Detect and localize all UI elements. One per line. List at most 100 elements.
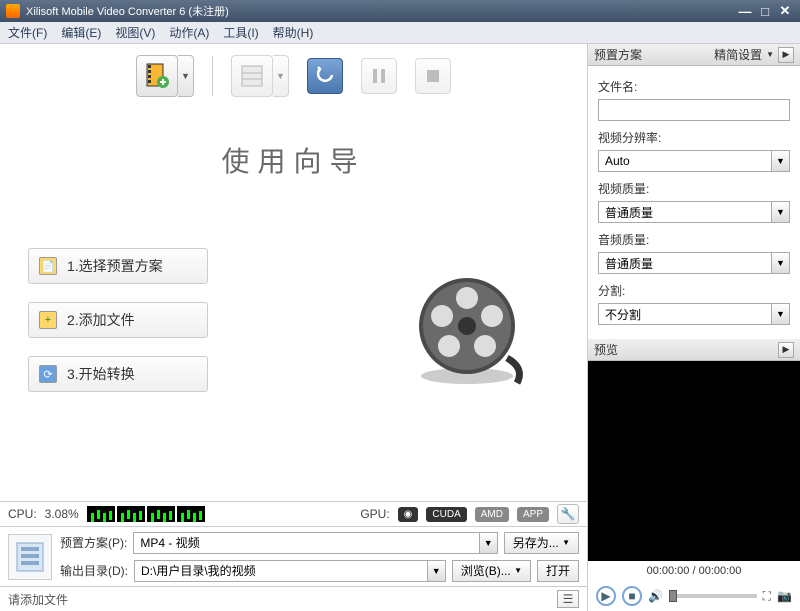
snapshot-button[interactable]: 📷 [777, 589, 792, 603]
window-title: Xilisoft Mobile Video Converter 6 (未注册) [26, 3, 734, 19]
collapse-button[interactable]: ▶ [778, 47, 794, 63]
stop-icon [424, 67, 442, 85]
chevron-down-icon: ▼ [771, 253, 789, 273]
preset-label: 预置方案(P): [60, 534, 127, 551]
app-icon [6, 4, 20, 18]
video-res-select[interactable]: Auto▼ [598, 150, 790, 172]
play-icon: ▶ [601, 589, 610, 603]
minimize-button[interactable]: — [736, 4, 754, 18]
app-badge: APP [517, 507, 549, 522]
amd-badge: AMD [475, 507, 509, 522]
pause-button[interactable] [361, 58, 397, 94]
add-step-icon: + [39, 311, 57, 329]
audio-quality-label: 音频质量: [598, 231, 790, 248]
add-file-button[interactable] [136, 55, 178, 97]
chevron-down-icon: ▼ [514, 566, 522, 575]
preview-video [588, 361, 800, 561]
menu-edit[interactable]: 编辑(E) [61, 24, 101, 41]
cpu-value: 3.08% [45, 507, 79, 521]
stop-button[interactable] [415, 58, 451, 94]
film-reel-icon [407, 268, 527, 391]
toolbar: ▼ ▼ [0, 44, 587, 108]
convert-icon [314, 65, 336, 87]
gpu-settings-button[interactable]: 🔧 [557, 504, 579, 524]
step-add-file[interactable]: + 2.添加文件 [28, 302, 208, 338]
volume-icon[interactable]: 🔊 [648, 589, 663, 603]
nvidia-icon: ◉ [398, 507, 419, 522]
titlebar: Xilisoft Mobile Video Converter 6 (未注册) … [0, 0, 800, 22]
wizard-pane: 使用向导 📄 1.选择预置方案 + 2.添加文件 ⟳ 3.开始转换 [0, 108, 587, 501]
gpu-label: GPU: [360, 507, 389, 521]
audio-quality-select[interactable]: 普通质量▼ [598, 252, 790, 274]
preset-settings: 文件名: 视频分辨率: Auto▼ 视频质量: 普通质量▼ 音频质量: 普通质量… [588, 66, 800, 333]
output-bar: 预置方案(P): MP4 - 视频 ▼ 另存为... ▼ 输出目录(D): D:… [0, 527, 587, 587]
pause-icon [370, 67, 388, 85]
volume-slider[interactable] [669, 594, 757, 598]
video-res-label: 视频分辨率: [598, 129, 790, 146]
convert-button[interactable] [307, 58, 343, 94]
fullscreen-button[interactable]: ⛶ [763, 589, 771, 604]
preset-combo[interactable]: MP4 - 视频 ▼ [133, 532, 497, 554]
statusbar: 请添加文件 ☰ [0, 587, 587, 611]
menu-help[interactable]: 帮助(H) [273, 24, 314, 41]
filename-label: 文件名: [598, 78, 790, 95]
video-quality-label: 视频质量: [598, 180, 790, 197]
chevron-down-icon: ▼ [771, 151, 789, 171]
play-button[interactable]: ▶ [596, 586, 616, 606]
menu-action[interactable]: 动作(A) [169, 24, 209, 41]
open-button[interactable]: 打开 [537, 560, 579, 582]
step-label: 3.开始转换 [67, 364, 135, 384]
cuda-badge: CUDA [426, 507, 466, 522]
profiles-dropdown[interactable]: ▼ [273, 55, 289, 97]
convert-step-icon: ⟳ [39, 365, 57, 383]
preview-controls: ▶ ■ 🔊 ⛶ 📷 [588, 581, 800, 611]
maximize-button[interactable]: □ [756, 4, 774, 18]
preset-value: MP4 - 视频 [140, 534, 199, 551]
list-icon: ☰ [563, 592, 574, 606]
output-dir-value: D:\用户目录\我的视频 [141, 562, 256, 579]
video-quality-select[interactable]: 普通质量▼ [598, 201, 790, 223]
separator [212, 56, 213, 96]
close-button[interactable]: ✕ [776, 4, 794, 18]
cpu-graphs [87, 506, 205, 522]
output-dir-combo[interactable]: D:\用户目录\我的视频 ▼ [134, 560, 446, 582]
chevron-down-icon: ▼ [562, 538, 570, 547]
time-display: 00:00:00 / 00:00:00 [588, 561, 800, 581]
cpu-label: CPU: [8, 507, 37, 521]
wizard-heading: 使用向导 [0, 140, 587, 180]
output-type-icon [8, 534, 52, 580]
preset-step-icon: 📄 [39, 257, 57, 275]
step-choose-preset[interactable]: 📄 1.选择预置方案 [28, 248, 208, 284]
wrench-icon: 🔧 [561, 507, 576, 521]
preset-panel-header: 预置方案 精简设置 ▼ ▶ [588, 44, 800, 66]
split-label: 分割: [598, 282, 790, 299]
stats-bar: CPU: 3.08% GPU: ◉ CUDA AMD APP 🔧 [0, 501, 587, 527]
profiles-button[interactable] [231, 55, 273, 97]
preview-expand-button[interactable]: ▶ [778, 342, 794, 358]
chevron-down-icon: ▼ [771, 304, 789, 324]
chevron-down-icon: ▼ [771, 202, 789, 222]
list-view-button[interactable]: ☰ [557, 590, 579, 608]
add-file-dropdown[interactable]: ▼ [178, 55, 194, 97]
output-dir-label: 输出目录(D): [60, 562, 128, 579]
menu-view[interactable]: 视图(V) [115, 24, 155, 41]
filename-input[interactable] [598, 99, 790, 121]
browse-button[interactable]: 浏览(B)... ▼ [452, 560, 531, 582]
stop-preview-button[interactable]: ■ [622, 586, 642, 606]
menu-file[interactable]: 文件(F) [8, 24, 47, 41]
step-label: 2.添加文件 [67, 310, 135, 330]
step-start-convert[interactable]: ⟳ 3.开始转换 [28, 356, 208, 392]
chevron-down-icon: ▼ [479, 533, 497, 553]
film-add-icon [143, 62, 171, 90]
chevron-down-icon: ▼ [427, 561, 445, 581]
preset-mode[interactable]: 精简设置 [714, 46, 762, 63]
film-grid-icon [239, 63, 265, 89]
preview-panel-title: 预览 [594, 341, 618, 358]
preset-panel-title: 预置方案 [594, 46, 642, 63]
split-select[interactable]: 不分割▼ [598, 303, 790, 325]
save-as-button[interactable]: 另存为... ▼ [504, 532, 579, 554]
slider-thumb[interactable] [669, 590, 677, 602]
chevron-down-icon: ▼ [766, 50, 774, 59]
menu-tools[interactable]: 工具(I) [223, 24, 258, 41]
preview-panel-header: 预览 ▶ [588, 339, 800, 361]
